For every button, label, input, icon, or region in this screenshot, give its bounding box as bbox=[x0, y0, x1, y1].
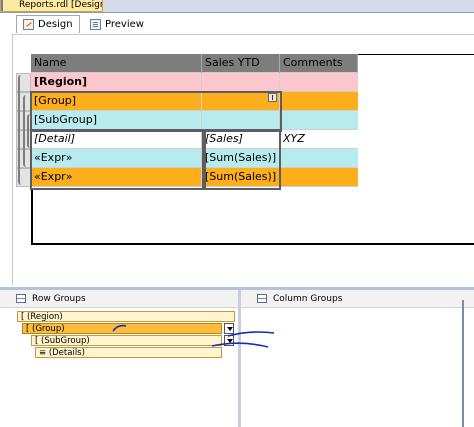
table-row-subgroup-total: «Expr» [Sum(Sales)] bbox=[31, 149, 358, 168]
row-groups-icon bbox=[16, 294, 26, 303]
table-header-row: Name Sales YTD Comments bbox=[31, 54, 358, 73]
pane-divider[interactable] bbox=[238, 290, 241, 427]
design-icon bbox=[23, 19, 34, 30]
row-group-subgroup-dropdown-icon[interactable] bbox=[224, 335, 234, 346]
table-cell[interactable]: [Sales] bbox=[202, 130, 280, 149]
header-cell-sales-ytd[interactable]: Sales YTD bbox=[202, 54, 280, 73]
row-group-details-label: ≡ (Details) bbox=[39, 348, 85, 358]
tab-design-label: Design bbox=[38, 19, 73, 30]
table-cell[interactable] bbox=[280, 111, 358, 130]
row-group-region-label: [ (Region) bbox=[21, 312, 63, 322]
tab-design[interactable]: Design bbox=[16, 15, 80, 33]
column-groups-icon bbox=[257, 294, 267, 303]
tablix-table[interactable]: Name Sales YTD Comments [Region] [Group]… bbox=[31, 54, 358, 187]
table-row-subgroup: [SubGroup] bbox=[31, 111, 358, 130]
header-cell-name[interactable]: Name bbox=[31, 54, 202, 73]
view-tab-bar: Design Preview bbox=[12, 14, 474, 35]
table-cell[interactable]: [Sum(Sales)] bbox=[202, 149, 280, 168]
table-cell[interactable]: [Detail] bbox=[31, 130, 202, 149]
header-cell-comments[interactable]: Comments bbox=[280, 54, 358, 73]
document-tab[interactable]: Reports.rdl [Design] bbox=[0, 0, 103, 12]
row-group-group[interactable]: [ (Group) bbox=[22, 323, 222, 334]
table-cell[interactable]: [Sum(Sales)] bbox=[202, 168, 280, 187]
table-cell[interactable]: [Region] bbox=[31, 73, 202, 92]
row-groups-title: Row Groups bbox=[32, 293, 86, 304]
table-cell[interactable]: XYZ bbox=[280, 130, 358, 149]
table-cell[interactable]: [SubGroup] bbox=[31, 111, 202, 130]
table-row-region: [Region] bbox=[31, 73, 358, 92]
row-group-subgroup-label: [ (SubGroup) bbox=[35, 336, 90, 346]
canvas-left-edge bbox=[31, 190, 33, 245]
table-row-group: [Group] bbox=[31, 92, 358, 111]
row-group-region[interactable]: [ (Region) bbox=[17, 311, 235, 322]
table-cell[interactable] bbox=[280, 149, 358, 168]
table-cell[interactable] bbox=[280, 92, 358, 111]
column-groups-title: Column Groups bbox=[273, 293, 343, 304]
row-group-group-dropdown-icon[interactable] bbox=[224, 323, 234, 334]
table-cell[interactable]: «Expr» bbox=[31, 168, 202, 187]
row-group-subgroup[interactable]: [ (SubGroup) bbox=[31, 335, 222, 346]
column-groups-header: Column Groups bbox=[241, 290, 474, 308]
table-cell[interactable] bbox=[280, 168, 358, 187]
tab-separator bbox=[1, 0, 3, 11]
row-handles bbox=[16, 55, 31, 189]
canvas-top-edge bbox=[358, 54, 474, 55]
row-groups-header: Row Groups bbox=[0, 290, 238, 308]
table-row-group-total: «Expr» [Sum(Sales)] bbox=[31, 168, 358, 187]
table-cell[interactable] bbox=[280, 73, 358, 92]
row-group-group-label: [ (Group) bbox=[26, 324, 65, 334]
pane-right-edge bbox=[462, 300, 464, 427]
row-group-details[interactable]: ≡ (Details) bbox=[35, 347, 222, 358]
grouping-pane: Row Groups Column Groups [ (Region) [ (G… bbox=[0, 290, 474, 427]
table-cell[interactable] bbox=[202, 111, 280, 130]
table-cell[interactable]: [Group] bbox=[31, 92, 202, 111]
table-cell[interactable] bbox=[202, 73, 280, 92]
tab-preview[interactable]: Preview bbox=[84, 15, 150, 33]
document-tab-title: Reports.rdl [Design] bbox=[19, 0, 103, 10]
cell-smart-tag-icon[interactable] bbox=[268, 93, 277, 102]
preview-icon bbox=[90, 18, 101, 30]
table-row-detail: [Detail] [Sales] XYZ bbox=[31, 130, 358, 149]
table-cell[interactable]: «Expr» bbox=[31, 149, 202, 168]
canvas-bottom-edge[interactable] bbox=[31, 243, 474, 245]
tab-preview-label: Preview bbox=[105, 18, 144, 30]
